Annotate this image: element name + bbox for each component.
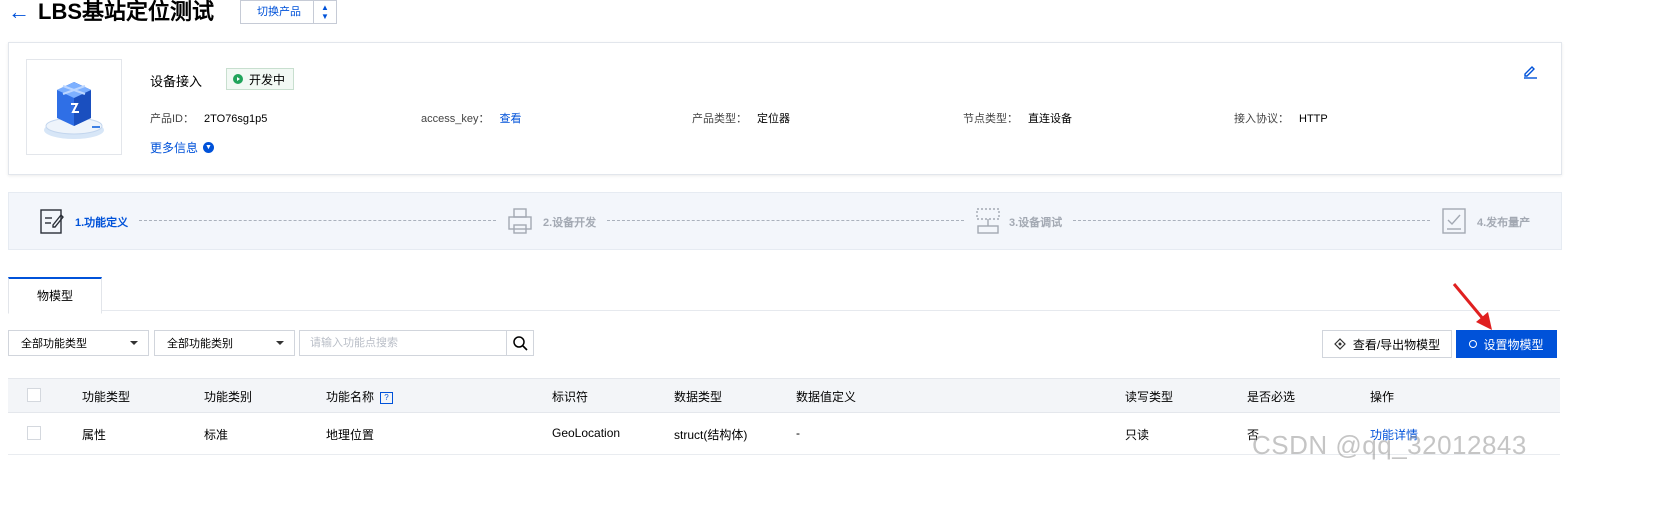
col-function-name: 功能名称? (326, 388, 394, 405)
field-label: 产品ID： (150, 113, 194, 125)
play-status-icon (233, 74, 243, 84)
printer-icon (507, 207, 533, 238)
set-model-button[interactable]: 设置物模型 (1456, 330, 1557, 358)
col-value-definition: 数据值定义 (796, 390, 857, 404)
product-name: 设备接入 (150, 74, 203, 89)
col-function-type: 功能类型 (82, 390, 131, 404)
switch-product-label: 切换产品 (241, 1, 314, 23)
field-value: 2TO76sg1p5 (204, 113, 268, 125)
help-icon[interactable]: ? (380, 391, 394, 404)
cell-identifier: GeoLocation (552, 426, 621, 440)
field-label: 产品类型： (692, 113, 747, 125)
chevron-down-icon: ▼ (203, 142, 215, 153)
search-input[interactable] (299, 330, 507, 356)
back-arrow-icon[interactable]: ← (8, 0, 30, 24)
product-device-image (44, 82, 104, 139)
field-value: HTTP (1299, 113, 1328, 125)
product-thumbnail (26, 59, 122, 155)
cell-rw: 只读 (1125, 428, 1150, 442)
select-value: 全部功能类别 (167, 338, 233, 350)
step-divider (139, 220, 496, 221)
checklist-icon (1441, 207, 1467, 238)
step-1[interactable]: 1.功能定义 (75, 214, 128, 230)
field-label: access_key： (421, 113, 490, 125)
document-edit-icon (39, 207, 65, 238)
updown-chevron-icon[interactable]: ▲ ▼ (314, 3, 336, 21)
col-rw-type: 读写类型 (1125, 390, 1174, 404)
field-product-id: 产品ID： 2TO76sg1p5 (150, 110, 267, 126)
switch-product-button[interactable]: 切换产品 ▲ ▼ (240, 0, 337, 24)
search-icon (512, 335, 528, 351)
diamond-icon (1333, 338, 1346, 350)
more-info-label: 更多信息 (150, 141, 199, 155)
col-operation: 操作 (1370, 390, 1395, 404)
field-label: 节点类型： (963, 113, 1018, 125)
field-product-type: 产品类型： 定位器 (692, 110, 790, 126)
ring-icon (1469, 340, 1478, 348)
step-2[interactable]: 2.设备开发 (543, 214, 596, 230)
col-identifier: 标识符 (552, 390, 589, 404)
watermark: CSDN @qq_32012843 (1252, 430, 1527, 460)
debug-device-icon (975, 207, 1001, 238)
select-value: 全部功能类型 (21, 338, 87, 350)
col-data-type: 数据类型 (674, 390, 723, 404)
step-divider (1073, 220, 1430, 221)
select-all-checkbox[interactable] (27, 388, 41, 402)
view-export-model-button[interactable]: 查看/导出物模型 (1322, 330, 1452, 358)
cell-data-type: struct(结构体) (674, 428, 748, 442)
field-protocol: 接入协议： HTTP (1234, 110, 1328, 126)
cell-type: 属性 (82, 428, 107, 442)
row-checkbox[interactable] (27, 426, 41, 440)
tab-divider (8, 310, 1560, 311)
red-arrow-annotation (1452, 283, 1492, 330)
field-access-key: access_key： 查看 (421, 110, 521, 126)
step-divider (607, 220, 964, 221)
status-badge: 开发中 (226, 68, 295, 90)
tab-thing-model[interactable]: 物模型 (8, 277, 102, 314)
more-info-link[interactable]: 更多信息 ▼ (150, 139, 215, 156)
col-required: 是否必选 (1247, 390, 1296, 404)
field-label: 接入协议： (1234, 113, 1289, 125)
function-type-select[interactable]: 全部功能类型 (8, 330, 149, 356)
field-value: 直连设备 (1028, 113, 1072, 125)
status-text: 开发中 (249, 72, 286, 87)
steps-bar (8, 192, 1562, 250)
product-card (8, 42, 1562, 175)
caret-down-icon (276, 341, 284, 345)
step-4[interactable]: 4.发布量产 (1477, 214, 1530, 230)
button-label: 设置物模型 (1483, 337, 1544, 352)
page-title: LBS基站定位测试 (38, 0, 215, 24)
col-function-category: 功能类别 (204, 390, 253, 404)
search-button[interactable] (506, 330, 534, 356)
view-access-key-link[interactable]: 查看 (499, 113, 521, 125)
caret-down-icon (130, 341, 138, 345)
edit-icon[interactable] (1522, 63, 1538, 82)
button-label: 查看/导出物模型 (1352, 337, 1441, 352)
field-value: 定位器 (757, 113, 790, 125)
field-node-type: 节点类型： 直连设备 (963, 110, 1072, 126)
col-label: 功能名称 (326, 390, 375, 404)
function-category-select[interactable]: 全部功能类别 (154, 330, 295, 356)
step-3[interactable]: 3.设备调试 (1009, 214, 1062, 230)
cell-name: 地理位置 (326, 428, 375, 442)
cell-category: 标准 (204, 428, 229, 442)
cell-definition: - (796, 426, 800, 440)
